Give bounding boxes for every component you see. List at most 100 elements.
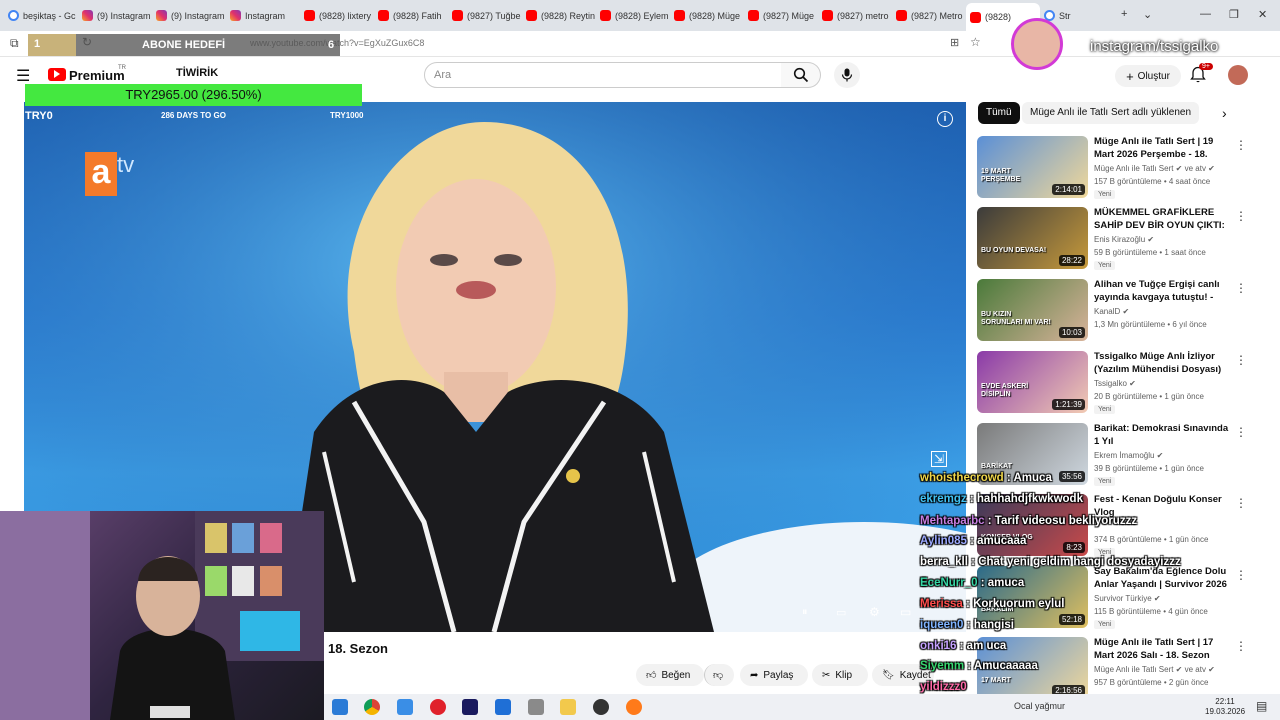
recommendation-item[interactable]: EVDE ASKERİ DİSİPLİN 1:21:39 Tssigalko Müg… [977,351,1247,417]
maximize-icon[interactable]: ❐ [1229,8,1239,21]
tab-label: (9827) Metro [911,10,963,21]
youtube-icon [822,10,833,21]
voice-search-button[interactable] [834,62,860,88]
settings-gear-icon[interactable]: ⚙ [869,605,880,619]
plus-icon: + [1126,68,1134,84]
video-thumbnail[interactable]: 19 MART PERŞEMBE 2:14:01 [977,136,1088,198]
recommendation-item[interactable]: BU OYUN DEVASA! 28:22 MÜKEMMEL GRAFİKLERE … [977,207,1247,273]
chat-text: amucaaa [977,535,1027,547]
like-button[interactable]: 👍︎ Beğen [636,664,704,686]
chip-all[interactable]: Tümü [978,102,1020,124]
browser-tab[interactable]: (9828) lixtery [300,3,374,29]
browser-tab[interactable]: (9) Instagram [152,3,226,29]
more-options-icon[interactable]: ⋮ [1235,425,1247,439]
firefox-icon[interactable] [626,699,642,715]
theater-mode-icon[interactable]: ▭ [900,605,911,619]
youtube-icon [600,10,611,21]
browser-tab[interactable]: (9827) Tuğbe [448,3,522,29]
chip-related[interactable]: Müge Anlı ile Tatlı Sert adlı yüklenen [1022,102,1200,124]
bookmark-star-icon[interactable]: ☆ [970,35,981,49]
tab-label: beşiktaş - Gc [23,10,76,21]
video-thumbnail[interactable]: EVDE ASKERİ DİSİPLİN 1:21:39 [977,351,1088,413]
recommendation-item[interactable]: 19 MART PERŞEMBE 2:14:01 Müge Anlı ile Tat… [977,136,1247,202]
channel-name[interactable]: KanalD ✔ [1094,307,1129,316]
account-avatar[interactable] [1228,65,1248,85]
tab-label: (9) Instagram [171,10,225,21]
more-options-icon[interactable]: ⋮ [1235,209,1247,223]
chat-text: am uca [966,640,1007,652]
browser-tab[interactable]: (9827) metro [818,3,892,29]
thumbnail-text: 19 MART PERŞEMBE [981,168,1021,183]
menu-icon[interactable]: ☰ [16,66,30,86]
browser-tab[interactable]: (9828) Fatih [374,3,448,29]
microphone-icon [841,68,853,82]
video-title[interactable]: Barikat: Demokrasi Sınavında 1 Yıl [1094,423,1230,448]
browser-tab[interactable]: Instagram [226,3,300,29]
info-icon[interactable]: i [937,111,953,127]
browser-tab[interactable]: (9) Instagram [78,3,152,29]
clip-label: Klip [835,669,853,681]
start-icon[interactable] [332,699,348,715]
notifications-button[interactable]: 9+ [1190,63,1213,84]
instagram-icon [230,10,241,21]
install-app-icon[interactable]: ⊞ [950,36,959,49]
new-tab-button[interactable]: + [1121,8,1127,20]
video-thumbnail[interactable]: BU OYUN DEVASA! 28:22 [977,207,1088,269]
tab-view-icon[interactable]: ⧉ [10,36,19,51]
search-input[interactable]: Ara [424,62,782,88]
browser-tab[interactable]: (9827) Müge [744,3,818,29]
channel-name[interactable]: Enis Kirazoğlu ✔ [1094,235,1154,244]
chat-separator: : [1003,472,1014,484]
video-title[interactable]: Alihan ve Tuğçe Ergişi canlı yayında kav… [1094,279,1230,305]
file-explorer-icon[interactable] [560,699,576,715]
recommendation-item[interactable]: BU KIZIN SORUNLARI MI VAR! 10:03 Alihan ve… [977,279,1247,345]
browser-tab[interactable]: (9828) Eylem [596,3,670,29]
tab-label: Str [1059,10,1071,21]
chat-separator: : [984,515,995,527]
app2-icon[interactable] [528,699,544,715]
chevron-right-icon[interactable]: › [1222,105,1227,121]
miniplayer-icon[interactable]: ⇲ [931,451,948,467]
share-button[interactable]: ➦ Paylaş [740,664,808,686]
channel-name[interactable]: Müge Anlı ile Tatlı Sert ✔ ve atv ✔ [1094,164,1215,173]
channel-name[interactable]: Tssigalko ✔ [1094,379,1136,388]
mail-icon[interactable] [397,699,413,715]
system-clock[interactable]: 22:11 19.03.2026 [1205,697,1245,717]
browser-tab[interactable]: (9827) Metro [892,3,966,29]
more-options-icon[interactable]: ⋮ [1235,138,1247,152]
video-duration: 10:03 [1058,327,1085,338]
chat-username: yildizzz0 [920,681,967,693]
chrome-icon[interactable] [364,699,380,715]
pause-icon[interactable]: ⏸ [802,606,808,619]
browser-tab[interactable]: beşiktaş - Gc [4,3,78,29]
chat-separator: : [962,598,974,610]
tab-search-icon[interactable]: ⌄ [1143,8,1152,21]
notification-center-icon[interactable]: ▤ [1256,699,1267,713]
streamer-webcam [0,511,324,720]
browser-tab[interactable]: (9828) Müge [670,3,744,29]
premiere-icon[interactable] [462,699,478,715]
minimize-icon[interactable]: — [1200,8,1211,20]
subtitles-icon[interactable]: ▭ [836,606,846,619]
obs-icon[interactable] [593,699,609,715]
dislike-button[interactable]: 👎︎ [704,664,734,686]
video-title[interactable]: Müge Anlı ile Tatlı Sert | 19 Mart 2026 … [1094,136,1230,162]
chat-username: whoisthecrowd [920,472,1004,484]
close-window-icon[interactable]: ✕ [1258,8,1267,21]
more-options-icon[interactable]: ⋮ [1235,281,1247,295]
browser-tab[interactable]: (9828) Reytin [522,3,596,29]
clip-button[interactable]: ✂ Klip [812,664,868,686]
create-button[interactable]: + Oluştur [1115,65,1181,87]
premium-logo-text: Premium [69,68,125,83]
video-title[interactable]: Tssigalko Müge Anlı İzliyor (Yazılım Müh… [1094,351,1230,377]
search-button[interactable] [781,62,821,88]
goal-min: TRY0 [25,110,53,122]
opera-icon[interactable] [430,699,446,715]
more-options-icon[interactable]: ⋮ [1235,353,1247,367]
app-icon[interactable] [495,699,511,715]
video-thumbnail[interactable]: BU KIZIN SORUNLARI MI VAR! 10:03 [977,279,1088,341]
channel-name[interactable]: Ekrem İmamoğlu ✔ [1094,451,1163,460]
chat-separator: : [963,619,974,631]
chat-text: Amucaaaaa [973,660,1038,672]
video-title[interactable]: MÜKEMMEL GRAFİKLERE SAHİP DEV BİR OYUN Ç… [1094,207,1230,233]
